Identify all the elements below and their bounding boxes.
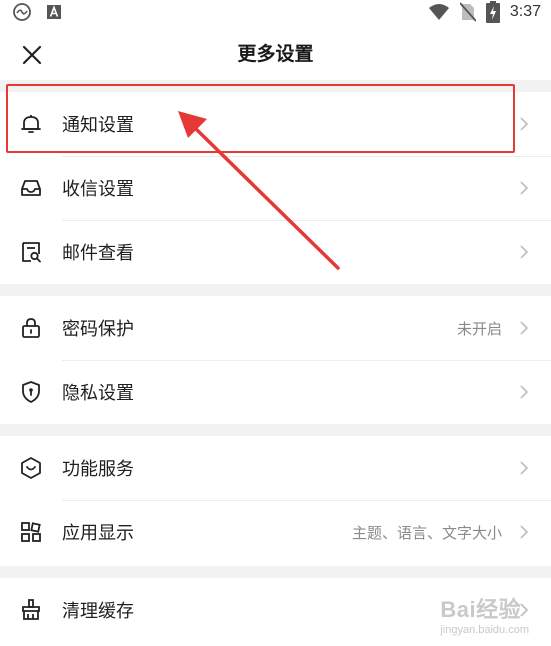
row-label: 应用显示	[62, 523, 134, 544]
row-privacy-settings[interactable]: 隐私设置	[0, 360, 551, 424]
row-label: 清理缓存	[62, 601, 134, 622]
service-icon	[21, 457, 41, 479]
row-mail-view[interactable]: 邮件查看	[0, 220, 551, 284]
chevron-right-icon	[520, 525, 529, 539]
row-label: 密码保护	[62, 319, 134, 340]
rotation-icon	[13, 3, 31, 21]
watermark-brand: Bai经验	[440, 597, 522, 622]
row-app-display[interactable]: 应用显示 主题、语言、文字大小	[0, 500, 551, 564]
chevron-right-icon	[520, 461, 529, 475]
mail-view-icon	[22, 242, 41, 263]
header: 更多设置	[0, 24, 551, 80]
no-sim-icon	[459, 2, 476, 22]
chevron-right-icon	[520, 117, 529, 131]
lock-icon	[22, 318, 40, 338]
row-value: 未开启	[456, 319, 502, 338]
watermark-site: jingyan.baidu.com	[440, 624, 529, 636]
group-separator	[0, 566, 551, 578]
row-password-protection[interactable]: 密码保护 未开启	[0, 296, 551, 360]
watermark: Bai经验 jingyan.baidu.com	[440, 592, 529, 636]
chevron-right-icon	[520, 385, 529, 399]
row-function-services[interactable]: 功能服务	[0, 436, 551, 500]
apps-icon	[21, 522, 41, 542]
group-separator	[0, 284, 551, 296]
a-badge-icon	[47, 5, 61, 19]
row-label: 功能服务	[62, 459, 134, 480]
battery-charging-icon	[485, 1, 500, 23]
chevron-right-icon	[520, 245, 529, 259]
wifi-icon	[428, 4, 449, 20]
page-title: 更多设置	[237, 43, 314, 65]
shield-icon	[22, 381, 40, 403]
row-label: 邮件查看	[62, 243, 134, 264]
row-label: 收信设置	[62, 179, 134, 200]
status-time: 3:37	[509, 3, 541, 20]
group-separator	[0, 424, 551, 436]
row-value: 主题、语言、文字大小	[351, 523, 502, 542]
row-receive-settings[interactable]: 收信设置	[0, 156, 551, 220]
highlight-box	[6, 84, 515, 153]
chevron-right-icon	[520, 181, 529, 195]
row-label: 隐私设置	[62, 383, 134, 404]
status-bar: 3:37	[0, 0, 551, 24]
inbox-icon	[21, 180, 41, 196]
chevron-right-icon	[520, 321, 529, 335]
broom-icon	[22, 599, 40, 620]
